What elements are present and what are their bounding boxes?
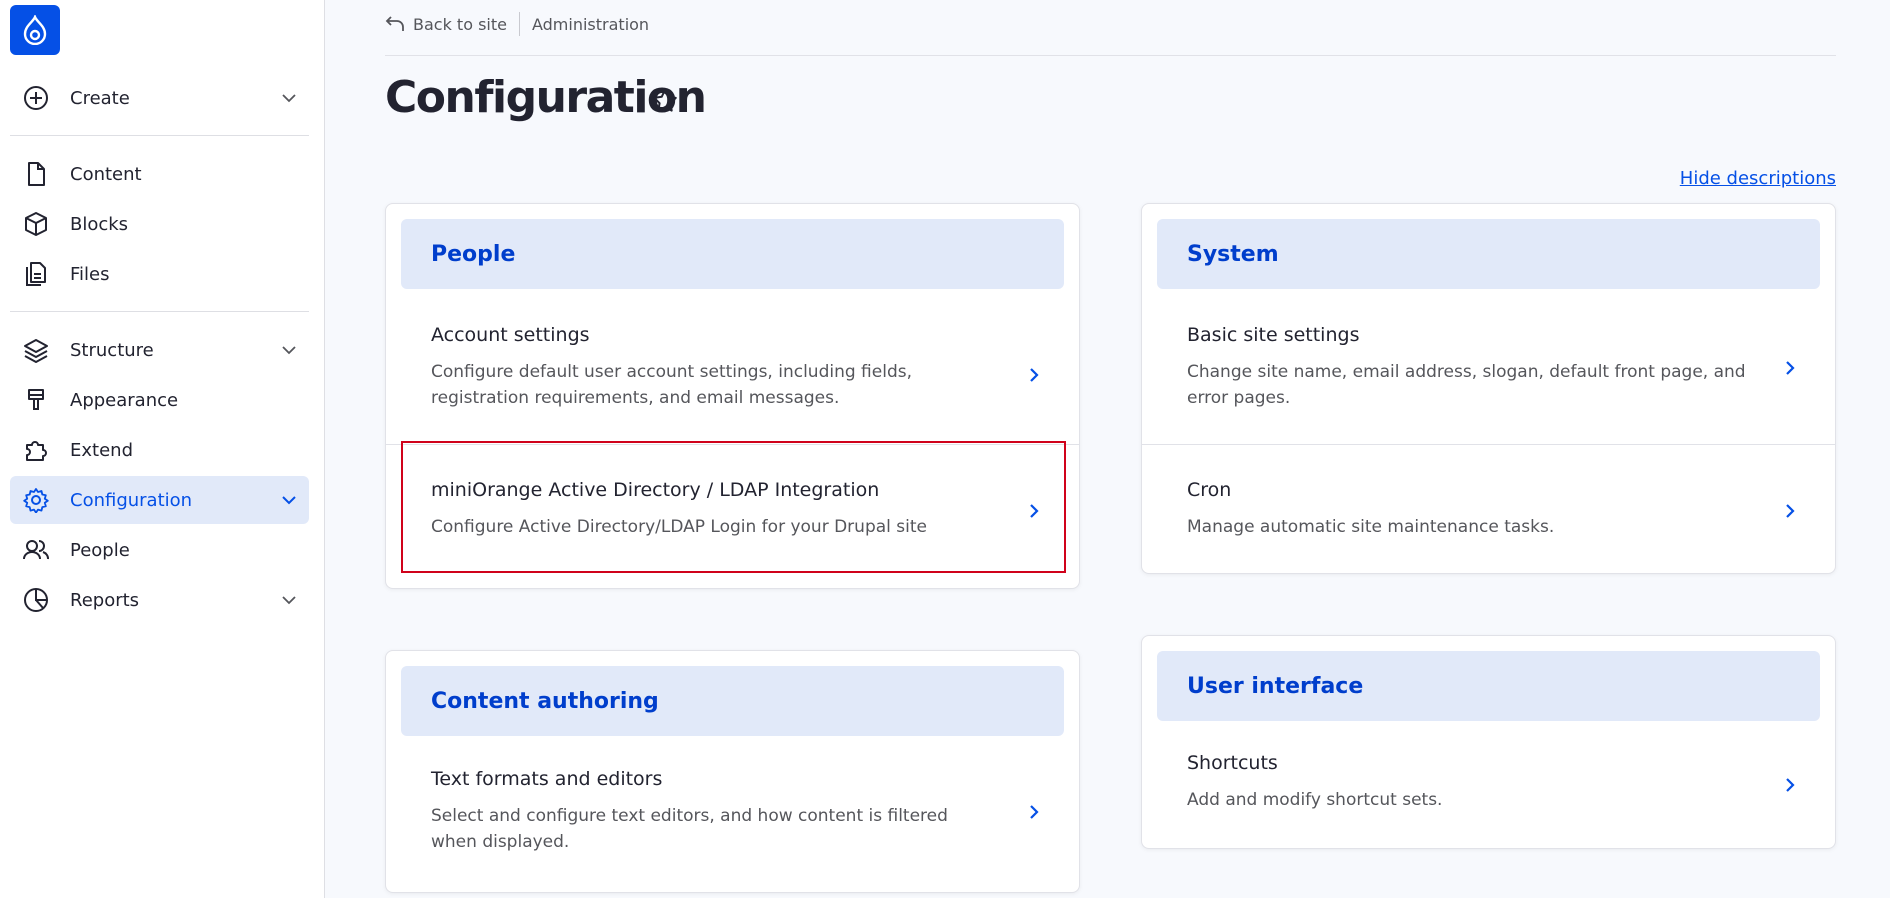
card-system: System Basic site settings Change site n… <box>1141 203 1836 574</box>
chevron-down-icon[interactable] <box>279 590 299 610</box>
sidebar-item-extend[interactable]: Extend <box>10 426 309 474</box>
plus-circle-icon <box>22 84 50 112</box>
sidebar-item-label: Files <box>70 263 110 285</box>
file-icon <box>22 160 50 188</box>
item-description: Manage automatic site maintenance tasks. <box>1187 517 1555 537</box>
item-description: Select and configure text editors, and h… <box>431 806 948 852</box>
back-to-site-label: Back to site <box>413 14 507 34</box>
item-title: Text formats and editors <box>431 768 663 790</box>
back-arrow-icon <box>385 16 404 31</box>
gear-icon <box>22 486 50 514</box>
header-divider <box>385 55 1836 56</box>
chevron-right-icon <box>1025 803 1043 821</box>
item-title: Account settings <box>431 324 590 346</box>
files-icon <box>22 260 50 288</box>
highlight-box <box>401 441 1066 573</box>
sidebar-divider <box>10 135 309 136</box>
sidebar-item-appearance[interactable]: Appearance <box>10 376 309 424</box>
sidebar-item-reports[interactable]: Reports <box>10 576 309 624</box>
card-user-interface: User interface Shortcuts Add and modify … <box>1141 635 1836 849</box>
sidebar-divider <box>10 311 309 312</box>
back-to-site-link[interactable]: Back to site <box>385 15 507 34</box>
config-item-text-formats[interactable]: Text formats and editors Select and conf… <box>386 751 1079 891</box>
pie-chart-icon <box>22 586 50 614</box>
card-heading: People <box>401 219 1064 289</box>
breadcrumb-divider <box>518 12 520 36</box>
users-icon <box>22 536 50 564</box>
sidebar-item-label: People <box>70 539 130 561</box>
item-title: Shortcuts <box>1187 752 1278 774</box>
card-content-authoring: Content authoring Text formats and edito… <box>385 650 1080 893</box>
hide-descriptions-link[interactable]: Hide descriptions <box>1680 168 1836 189</box>
item-title: Cron <box>1187 479 1232 501</box>
sidebar-item-blocks[interactable]: Blocks <box>10 200 309 248</box>
cube-icon <box>22 210 50 238</box>
config-item-basic-site-settings[interactable]: Basic site settings Change site name, em… <box>1142 304 1835 444</box>
item-title: Basic site settings <box>1187 324 1360 346</box>
star-icon[interactable] <box>650 86 680 116</box>
chevron-down-icon[interactable] <box>279 88 299 108</box>
config-item-account-settings[interactable]: Account settings Configure default user … <box>386 304 1079 444</box>
chevron-down-icon[interactable] <box>279 490 299 510</box>
item-description: Add and modify shortcut sets. <box>1187 790 1443 810</box>
sidebar-item-files[interactable]: Files <box>10 250 309 298</box>
sidebar-item-label: Structure <box>70 339 154 361</box>
chevron-right-icon <box>1781 359 1799 377</box>
drupal-logo-icon[interactable] <box>10 5 60 55</box>
sidebar-item-label: Reports <box>70 589 140 611</box>
config-item-shortcuts[interactable]: Shortcuts Add and modify shortcut sets. <box>1142 736 1835 848</box>
sidebar-item-content[interactable]: Content <box>10 150 309 198</box>
sidebar-item-label: Configuration <box>70 489 193 511</box>
breadcrumb: Back to site Administration <box>385 12 649 36</box>
sidebar-item-structure[interactable]: Structure <box>10 326 309 374</box>
sidebar-item-people[interactable]: People <box>10 526 309 574</box>
item-description: Change site name, email address, slogan,… <box>1187 362 1746 408</box>
chevron-right-icon <box>1781 502 1799 520</box>
sidebar-item-label: Blocks <box>70 213 129 235</box>
card-heading: Content authoring <box>401 666 1064 736</box>
config-item-cron[interactable]: Cron Manage automatic site maintenance t… <box>1142 444 1835 573</box>
sidebar-item-label: Extend <box>70 439 133 461</box>
puzzle-icon <box>22 436 50 464</box>
card-heading: User interface <box>1157 651 1820 721</box>
sidebar-item-create[interactable]: Create <box>10 74 309 122</box>
item-description: Configure default user account settings,… <box>431 362 912 408</box>
sidebar-item-label: Content <box>70 163 142 185</box>
sidebar: Create Content Blocks Files Structure Ap… <box>0 0 325 898</box>
sidebar-item-configuration[interactable]: Configuration <box>10 476 309 524</box>
breadcrumb-administration[interactable]: Administration <box>532 15 649 34</box>
card-heading: System <box>1157 219 1820 289</box>
layers-icon <box>22 336 50 364</box>
chevron-right-icon <box>1781 776 1799 794</box>
brush-icon <box>22 386 50 414</box>
sidebar-item-label: Create <box>70 87 130 109</box>
chevron-right-icon <box>1025 366 1043 384</box>
chevron-down-icon[interactable] <box>279 340 299 360</box>
sidebar-item-label: Appearance <box>70 389 179 411</box>
